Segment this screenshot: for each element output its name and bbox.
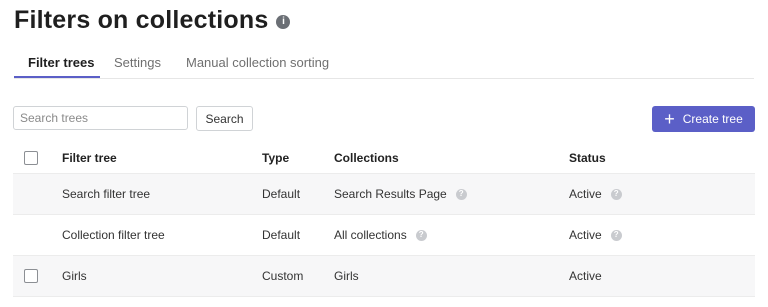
table-row[interactable]: Search filter tree Default Search Result…	[13, 174, 755, 215]
help-icon[interactable]: ?	[610, 229, 622, 241]
row-status-text: Active	[569, 187, 602, 201]
select-all-checkbox[interactable]	[24, 150, 38, 165]
row-status: Active ?	[569, 228, 622, 242]
info-icon[interactable]: i	[276, 14, 291, 29]
row-type: Default	[262, 228, 301, 242]
row-checkbox[interactable]	[24, 269, 38, 283]
column-header-type[interactable]: Type	[262, 151, 289, 165]
create-tree-button[interactable]: + Create tree	[652, 106, 755, 132]
row-collections-text: Search Results Page	[334, 187, 447, 201]
column-header-filter-tree[interactable]: Filter tree	[62, 151, 117, 165]
tab-bar: Filter trees Settings Manual collection …	[14, 48, 754, 79]
tab-manual-collection-sorting[interactable]: Manual collection sorting	[186, 55, 329, 70]
row-name[interactable]: Girls	[62, 269, 87, 283]
row-status: Active ?	[569, 187, 622, 201]
active-tab-indicator	[14, 76, 100, 78]
row-status-text: Active	[569, 269, 602, 283]
column-header-status[interactable]: Status	[569, 151, 606, 165]
row-collections: Girls	[334, 269, 359, 283]
row-collections-text: All collections	[334, 228, 407, 242]
row-status: Active	[569, 269, 602, 283]
row-collections: Search Results Page ?	[334, 187, 467, 201]
row-collections-text: Girls	[334, 269, 359, 283]
table-row[interactable]: Girls Custom Girls Active	[13, 256, 755, 297]
help-icon[interactable]: ?	[415, 229, 427, 241]
filter-trees-table: Filter tree Type Collections Status Sear…	[13, 142, 755, 297]
title-row: Filters on collections i	[14, 4, 291, 36]
plus-icon: +	[664, 109, 675, 129]
search-button[interactable]: Search	[196, 106, 253, 131]
help-icon[interactable]: ?	[610, 188, 622, 200]
tab-filter-trees[interactable]: Filter trees	[28, 55, 94, 70]
create-tree-label: Create tree	[682, 112, 743, 126]
row-type: Default	[262, 187, 301, 201]
row-name[interactable]: Collection filter tree	[62, 228, 165, 242]
table-header-row: Filter tree Type Collections Status	[13, 142, 755, 174]
column-header-collections[interactable]: Collections	[334, 151, 399, 165]
tab-settings[interactable]: Settings	[114, 55, 161, 70]
page-title: Filters on collections	[14, 6, 269, 34]
row-name[interactable]: Search filter tree	[62, 187, 150, 201]
row-status-text: Active	[569, 228, 602, 242]
row-checkbox-cell	[24, 269, 38, 283]
search-input[interactable]	[13, 106, 188, 130]
table-row[interactable]: Collection filter tree Default All colle…	[13, 215, 755, 256]
filters-page: Filters on collections i Filter trees Se…	[0, 0, 768, 307]
row-collections: All collections ?	[334, 228, 427, 242]
select-all-checkbox-cell	[24, 150, 38, 165]
row-type: Custom	[262, 269, 304, 283]
help-icon[interactable]: ?	[455, 188, 467, 200]
